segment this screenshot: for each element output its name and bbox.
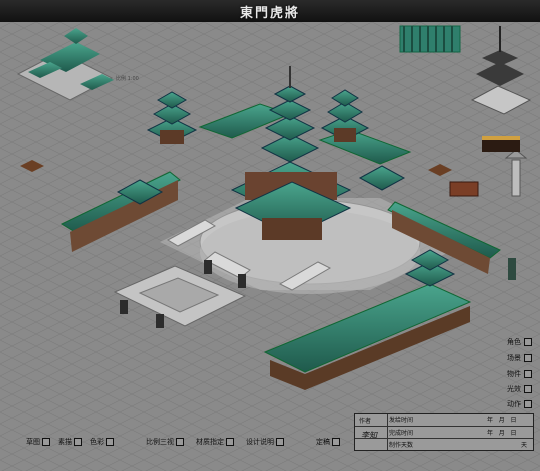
row-start-time: 发给时间 年 月 日 — [389, 417, 517, 424]
info-table: 作者 李知 发给时间 年 月 日 完成时间 年 月 日 制作天数 天 — [354, 413, 534, 451]
carved-panel-prop — [449, 181, 479, 197]
checkbox[interactable] — [524, 370, 532, 378]
tab-proportion[interactable]: 比例三视 — [146, 437, 184, 447]
checkbox[interactable] — [276, 438, 284, 446]
layer-toggle-light[interactable]: 光效 — [507, 384, 532, 394]
tab-design-notes[interactable]: 设计说明 — [246, 437, 284, 447]
stage-tabs: 草图 素描 色彩 比例三视 材质指定 设计说明 定稿 — [0, 437, 350, 451]
layer-toggle-object[interactable]: 物件 — [507, 369, 532, 379]
checkbox[interactable] — [332, 438, 340, 446]
window-title: 東門虎將 — [239, 6, 300, 21]
scene-canvas: 比例 1:00 — [0, 22, 540, 471]
tab-final[interactable]: 定稿 — [316, 437, 340, 447]
app-window: 東門虎將 比例 1:00 角色 场景 物件 光效 动作 草图 素描 色彩 比例三… — [0, 0, 540, 471]
tab-sketch[interactable]: 草图 — [26, 437, 50, 447]
tab-material[interactable]: 材质指定 — [196, 437, 234, 447]
layer-toggle-character[interactable]: 角色 — [507, 337, 532, 347]
checkbox[interactable] — [42, 438, 50, 446]
scale-annotation: 比例 1:00 — [116, 75, 139, 82]
roof-tile-sample — [399, 25, 461, 53]
checkbox[interactable] — [524, 338, 532, 346]
checkbox[interactable] — [106, 438, 114, 446]
stone-lantern-small — [508, 258, 516, 280]
row-production-days: 制作天数 天 — [355, 438, 533, 451]
checkbox[interactable] — [524, 400, 532, 408]
checkbox[interactable] — [226, 438, 234, 446]
checkbox[interactable] — [524, 354, 532, 362]
layer-toggle-scene[interactable]: 场景 — [507, 353, 532, 363]
plaque-prop — [482, 136, 520, 152]
title-bar: 東門虎將 — [0, 0, 540, 23]
tab-color[interactable]: 色彩 — [90, 437, 114, 447]
checkbox[interactable] — [524, 385, 532, 393]
checkbox[interactable] — [74, 438, 82, 446]
checkbox[interactable] — [176, 438, 184, 446]
tab-drawing[interactable]: 素描 — [58, 437, 82, 447]
layer-toggle-action[interactable]: 动作 — [507, 399, 532, 409]
